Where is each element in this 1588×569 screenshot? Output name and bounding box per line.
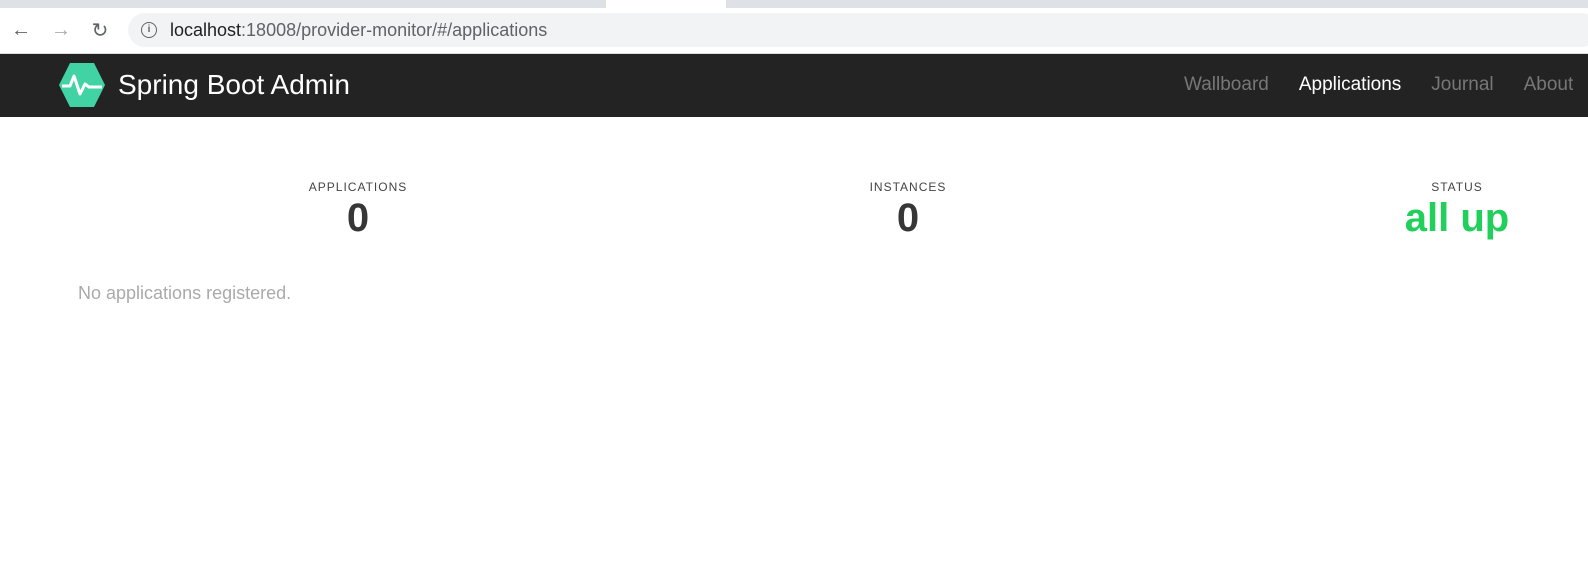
- browser-toolbar: ← → ↻ i localhost:18008/provider-monitor…: [0, 8, 1588, 54]
- app-navbar: Spring Boot Admin Wallboard Applications…: [0, 54, 1588, 117]
- info-icon[interactable]: i: [141, 22, 157, 38]
- brand[interactable]: Spring Boot Admin: [58, 62, 350, 108]
- status-stat: STATUS all up: [1307, 180, 1588, 241]
- url-text[interactable]: localhost:18008/provider-monitor/#/appli…: [170, 20, 547, 41]
- nav-applications[interactable]: Applications: [1299, 74, 1401, 96]
- instances-stat: INSTANCES 0: [758, 180, 1058, 241]
- brand-title: Spring Boot Admin: [118, 69, 350, 100]
- applications-stat: APPLICATIONS 0: [208, 180, 508, 241]
- spring-boot-admin-logo-icon: [59, 63, 105, 107]
- nav-journal[interactable]: Journal: [1431, 74, 1493, 96]
- nav-wallboard[interactable]: Wallboard: [1184, 74, 1269, 96]
- reload-icon[interactable]: ↻: [88, 18, 112, 42]
- applications-count: 0: [346, 196, 370, 240]
- instances-count: 0: [896, 196, 920, 240]
- applications-label: APPLICATIONS: [308, 180, 408, 194]
- forward-arrow-icon[interactable]: →: [49, 18, 73, 42]
- status-label: STATUS: [1431, 180, 1483, 194]
- back-arrow-icon[interactable]: ←: [9, 18, 33, 42]
- empty-message: No applications registered.: [78, 283, 292, 303]
- active-tab[interactable]: [606, 0, 726, 8]
- instances-label: INSTANCES: [869, 180, 947, 194]
- status-value: all up: [1404, 196, 1510, 240]
- browser-tab-strip: [0, 0, 1588, 8]
- address-bar[interactable]: i localhost:18008/provider-monitor/#/app…: [128, 13, 1588, 47]
- nav-links: Wallboard Applications Journal About: [1184, 74, 1573, 96]
- nav-about[interactable]: About: [1524, 74, 1574, 96]
